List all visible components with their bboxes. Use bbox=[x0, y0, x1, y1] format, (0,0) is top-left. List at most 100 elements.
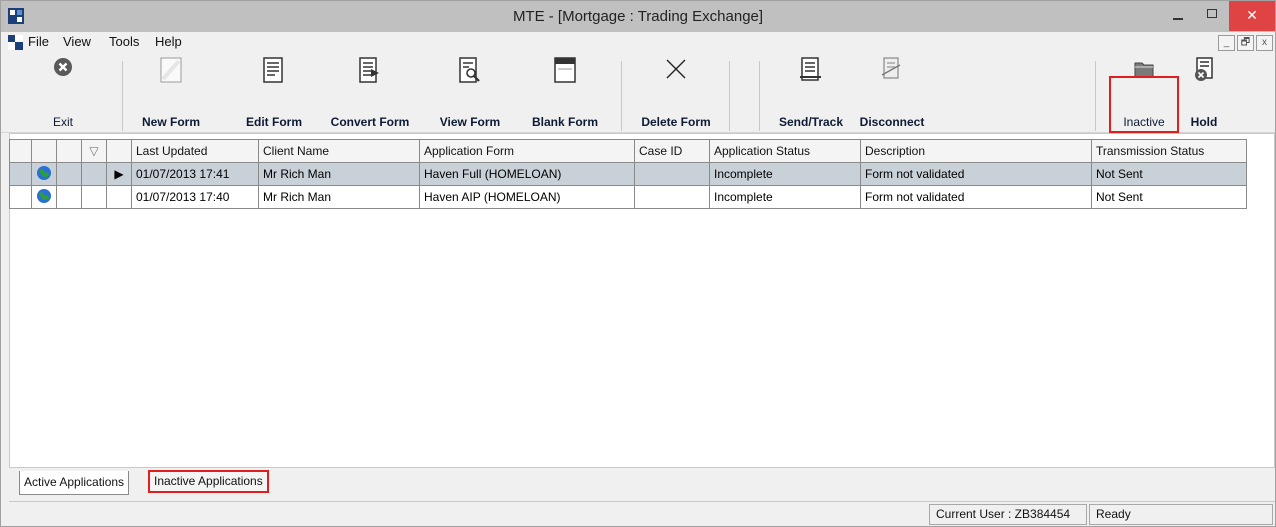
disconnect-button[interactable]: Disconnect bbox=[851, 53, 933, 133]
toolbar-separator bbox=[759, 61, 760, 131]
child-close-button[interactable]: x bbox=[1256, 35, 1273, 51]
minimize-button[interactable] bbox=[1161, 1, 1195, 31]
new-form-label: New Form bbox=[141, 115, 200, 129]
send-track-label: Send/Track bbox=[778, 115, 844, 129]
cell-description: Form not validated bbox=[860, 162, 1092, 186]
send-track-button[interactable]: Send/Track bbox=[771, 53, 851, 133]
cell-application-status: Incomplete bbox=[709, 185, 861, 209]
child-restore-button[interactable]: 🗗 bbox=[1237, 35, 1254, 51]
disconnect-label: Disconnect bbox=[859, 115, 925, 129]
disconnect-icon bbox=[881, 57, 901, 79]
cell-transmission-status: Not Sent bbox=[1091, 185, 1247, 209]
header-blank bbox=[106, 139, 132, 163]
header-icon bbox=[31, 139, 57, 163]
cell-transmission-status: Not Sent bbox=[1091, 162, 1247, 186]
blank-form-label: Blank Form bbox=[531, 115, 598, 129]
convert-form-icon bbox=[359, 57, 379, 83]
column-header-transmission-status[interactable]: Transmission Status bbox=[1091, 139, 1247, 163]
cell-last-updated: 01/07/2013 17:40 bbox=[131, 185, 259, 209]
row-blank bbox=[56, 185, 82, 209]
column-header-last-updated[interactable]: Last Updated bbox=[131, 139, 259, 163]
column-header-description[interactable]: Description bbox=[860, 139, 1092, 163]
exit-icon bbox=[54, 58, 72, 76]
new-form-icon bbox=[160, 57, 182, 83]
row-icon-cell bbox=[31, 185, 57, 209]
row-blank bbox=[106, 185, 132, 209]
cell-description: Form not validated bbox=[860, 185, 1092, 209]
toolbar: Exit New Form Edit Form Convert Form Vie… bbox=[1, 53, 1275, 133]
tab-strip: Active Applications Inactive Application… bbox=[9, 468, 1275, 495]
cell-case-id bbox=[634, 162, 710, 186]
child-minimize-button[interactable]: _ bbox=[1218, 35, 1235, 51]
applications-table: ▽ Last Updated Client Name Application F… bbox=[9, 139, 1247, 209]
globe-icon bbox=[37, 165, 51, 180]
status-bar: Current User : ZB384454 Ready bbox=[9, 501, 1275, 526]
toolbar-separator bbox=[122, 61, 123, 131]
table-row[interactable]: 01/07/2013 17:40 Mr Rich Man Haven AIP (… bbox=[9, 185, 1247, 209]
menu-help[interactable]: Help bbox=[155, 34, 182, 49]
column-header-case-id[interactable]: Case ID bbox=[634, 139, 710, 163]
table-row[interactable]: ▶ 01/07/2013 17:41 Mr Rich Man Haven Ful… bbox=[9, 162, 1247, 186]
tab-inactive-applications[interactable]: Inactive Applications bbox=[148, 470, 269, 493]
edit-form-icon bbox=[263, 57, 283, 83]
sort-indicator-icon[interactable]: ▽ bbox=[81, 139, 107, 163]
convert-form-label: Convert Form bbox=[330, 115, 410, 129]
row-pointer-icon: ▶ bbox=[106, 162, 132, 186]
tab-active-applications[interactable]: Active Applications bbox=[19, 471, 130, 495]
toolbar-separator bbox=[621, 61, 622, 131]
menu-file[interactable]: File bbox=[28, 34, 49, 49]
row-blank bbox=[56, 162, 82, 186]
minimize-icon bbox=[1173, 18, 1183, 20]
inactive-highlight-box bbox=[1109, 76, 1179, 133]
view-form-button[interactable]: View Form bbox=[433, 53, 507, 133]
column-header-client-name[interactable]: Client Name bbox=[258, 139, 420, 163]
cell-application-form: Haven Full (HOMELOAN) bbox=[419, 162, 635, 186]
convert-form-button[interactable]: Convert Form bbox=[323, 53, 417, 133]
ready-status: Ready bbox=[1089, 504, 1273, 525]
window-title: MTE - [Mortgage : Trading Exchange] bbox=[512, 8, 764, 25]
row-blank bbox=[81, 162, 107, 186]
current-user-status: Current User : ZB384454 bbox=[929, 504, 1087, 525]
table-header-row: ▽ Last Updated Client Name Application F… bbox=[9, 139, 1247, 163]
row-icon-cell bbox=[31, 162, 57, 186]
header-blank bbox=[9, 139, 32, 163]
hold-button[interactable]: Hold bbox=[1181, 53, 1227, 133]
delete-form-button[interactable]: Delete Form bbox=[635, 53, 717, 133]
delete-form-label: Delete Form bbox=[641, 115, 711, 129]
document-icon[interactable] bbox=[8, 35, 24, 51]
view-form-icon bbox=[459, 57, 480, 83]
application-window: MTE - [Mortgage : Trading Exchange] ✕ Fi… bbox=[0, 0, 1276, 527]
cell-case-id bbox=[634, 185, 710, 209]
new-form-button[interactable]: New Form bbox=[137, 53, 205, 133]
menu-tools[interactable]: Tools bbox=[109, 34, 139, 49]
delete-form-icon bbox=[666, 59, 686, 79]
toolbar-separator bbox=[729, 61, 730, 131]
menu-bar: File View Tools Help _ 🗗 x bbox=[1, 32, 1275, 53]
close-button[interactable]: ✕ bbox=[1229, 1, 1275, 31]
maximize-button[interactable] bbox=[1195, 1, 1229, 31]
menu-view[interactable]: View bbox=[63, 34, 91, 49]
exit-button[interactable]: Exit bbox=[41, 53, 85, 133]
row-blank bbox=[81, 185, 107, 209]
blank-form-icon bbox=[554, 57, 576, 83]
column-header-application-status[interactable]: Application Status bbox=[709, 139, 861, 163]
hold-icon bbox=[1195, 57, 1213, 81]
header-blank bbox=[56, 139, 82, 163]
edit-form-button[interactable]: Edit Form bbox=[241, 53, 307, 133]
edit-form-label: Edit Form bbox=[246, 115, 302, 129]
toolbar-separator bbox=[1095, 61, 1096, 131]
blank-form-button[interactable]: Blank Form bbox=[527, 53, 603, 133]
hold-label: Hold bbox=[1190, 115, 1218, 129]
cell-application-form: Haven AIP (HOMELOAN) bbox=[419, 185, 635, 209]
row-blank bbox=[9, 162, 32, 186]
maximize-icon bbox=[1207, 9, 1217, 18]
send-track-icon bbox=[800, 57, 821, 81]
cell-last-updated: 01/07/2013 17:41 bbox=[131, 162, 259, 186]
exit-label: Exit bbox=[52, 115, 73, 129]
view-form-label: View Form bbox=[439, 115, 501, 129]
globe-icon bbox=[37, 188, 51, 203]
column-header-application-form[interactable]: Application Form bbox=[419, 139, 635, 163]
cell-client-name: Mr Rich Man bbox=[258, 162, 420, 186]
cell-client-name: Mr Rich Man bbox=[258, 185, 420, 209]
cell-application-status: Incomplete bbox=[709, 162, 861, 186]
